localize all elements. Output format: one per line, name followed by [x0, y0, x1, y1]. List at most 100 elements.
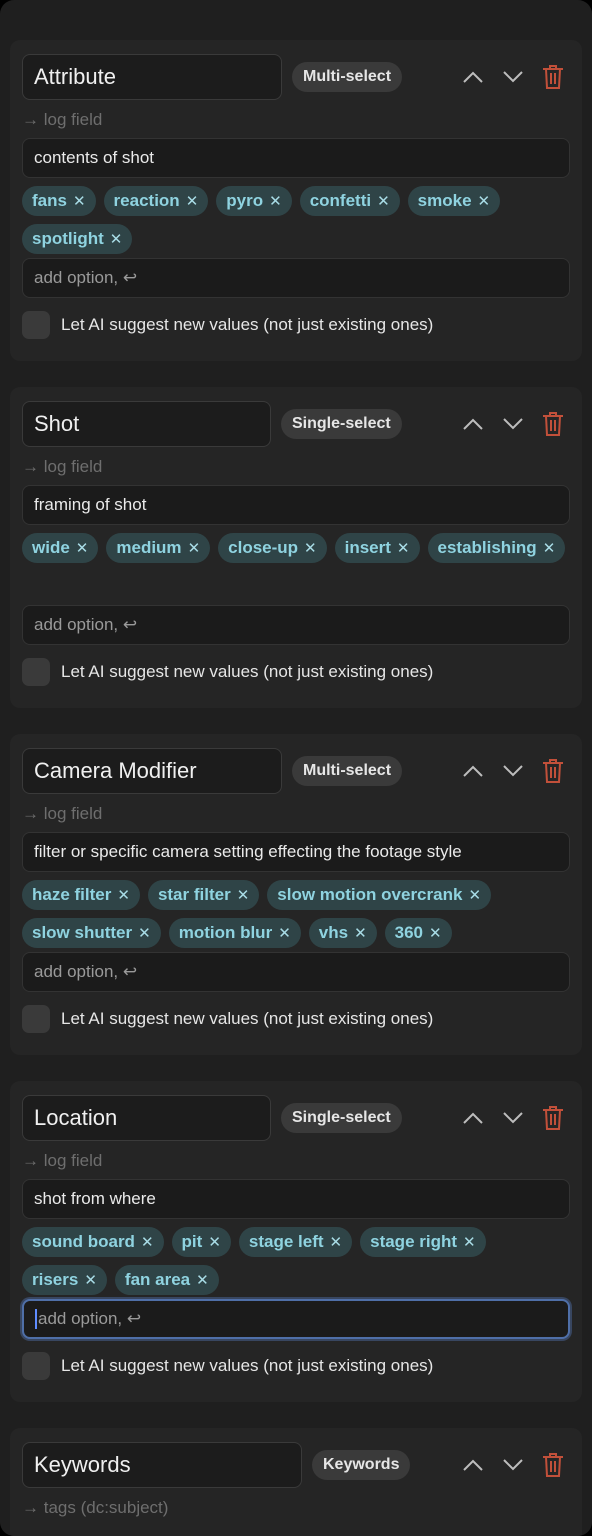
- option-tag: close-up ✕: [218, 533, 327, 563]
- field-name-input[interactable]: Shot: [22, 401, 271, 447]
- trash-icon[interactable]: [540, 1452, 566, 1478]
- option-tag: slow shutter ✕: [22, 918, 161, 948]
- ai-suggest-checkbox[interactable]: [22, 1352, 50, 1380]
- add-option-input[interactable]: add option, ↩: [22, 952, 570, 992]
- option-tag-label: fans: [32, 191, 67, 210]
- ai-suggest-checkbox[interactable]: [22, 658, 50, 686]
- ai-suggest-checkbox[interactable]: [22, 1005, 50, 1033]
- add-option-input[interactable]: add option, ↩: [22, 605, 570, 645]
- trash-icon[interactable]: [540, 1105, 566, 1131]
- field-description-input[interactable]: framing of shot: [22, 485, 570, 525]
- remove-tag-icon[interactable]: ✕: [429, 924, 442, 942]
- field-type-badge[interactable]: Single-select: [281, 409, 402, 439]
- remove-tag-icon[interactable]: ✕: [354, 924, 367, 942]
- option-tag: fan area ✕: [114, 1265, 219, 1295]
- remove-tag-icon[interactable]: ✕: [188, 539, 201, 557]
- move-down-icon[interactable]: [500, 64, 526, 90]
- field-card-attribute: Attribute Multi-select → log field conte…: [10, 40, 582, 361]
- add-option-input[interactable]: add option, ↩: [22, 258, 570, 298]
- option-tag-label: confetti: [309, 191, 372, 210]
- field-header: Keywords Keywords: [22, 1442, 570, 1488]
- remove-tag-icon[interactable]: ✕: [73, 192, 86, 210]
- remove-tag-icon[interactable]: ✕: [377, 192, 390, 210]
- remove-tag-icon[interactable]: ✕: [304, 539, 317, 557]
- field-header: Attribute Multi-select: [22, 54, 570, 100]
- ai-suggest-label: Let AI suggest new values (not just exis…: [61, 315, 434, 334]
- option-tag: wide ✕: [22, 533, 99, 563]
- ai-suggest-label: Let AI suggest new values (not just exis…: [61, 1356, 434, 1375]
- remove-tag-icon[interactable]: ✕: [330, 1233, 343, 1251]
- remove-tag-icon[interactable]: ✕: [110, 230, 123, 248]
- remove-tag-icon[interactable]: ✕: [117, 886, 130, 904]
- option-tag-label: reaction: [113, 191, 180, 210]
- remove-tag-icon[interactable]: ✕: [237, 886, 250, 904]
- field-controls: [460, 1452, 570, 1478]
- move-down-icon[interactable]: [500, 1105, 526, 1131]
- remove-tag-icon[interactable]: ✕: [478, 192, 491, 210]
- option-tag: stage right ✕: [360, 1227, 486, 1257]
- trash-icon[interactable]: [540, 64, 566, 90]
- option-tag: slow motion overcrank ✕: [267, 880, 492, 910]
- remove-tag-icon[interactable]: ✕: [141, 1233, 154, 1251]
- move-down-icon[interactable]: [500, 411, 526, 437]
- option-tag: reaction ✕: [103, 186, 209, 216]
- ai-suggest-row: Let AI suggest new values (not just exis…: [22, 1351, 570, 1381]
- option-tags: sound board ✕ pit ✕ stage left ✕ stage righ…: [22, 1227, 570, 1295]
- option-tag-label: establishing: [437, 538, 537, 557]
- option-tag-label: haze filter: [32, 885, 112, 904]
- remove-tag-icon[interactable]: ✕: [186, 192, 199, 210]
- log-field-label: → log field: [22, 1151, 103, 1170]
- remove-tag-icon[interactable]: ✕: [84, 1271, 97, 1289]
- field-type-badge[interactable]: Multi-select: [292, 62, 403, 92]
- remove-tag-icon[interactable]: ✕: [269, 192, 282, 210]
- field-description-input[interactable]: filter or specific camera setting effect…: [22, 832, 570, 872]
- field-list[interactable]: Attribute Multi-select → log field conte…: [0, 0, 592, 1536]
- field-header: Camera Modifier Multi-select: [22, 748, 570, 794]
- option-tag-label: medium: [116, 538, 182, 557]
- field-name-input[interactable]: Location: [22, 1095, 271, 1141]
- text-caret: [35, 1309, 37, 1329]
- log-field-label: → log field: [22, 457, 103, 476]
- ai-suggest-row: Let AI suggest new values (not just exis…: [22, 1004, 570, 1034]
- field-name-input[interactable]: Camera Modifier: [22, 748, 282, 794]
- option-tag: pit ✕: [171, 1227, 231, 1257]
- ai-suggest-checkbox[interactable]: [22, 311, 50, 339]
- move-up-icon[interactable]: [460, 64, 486, 90]
- field-type-badge[interactable]: Multi-select: [292, 756, 403, 786]
- remove-tag-icon[interactable]: ✕: [208, 1233, 221, 1251]
- remove-tag-icon[interactable]: ✕: [138, 924, 151, 942]
- trash-icon[interactable]: [540, 411, 566, 437]
- ai-suggest-label: Let AI suggest new values (not just exis…: [61, 662, 434, 681]
- field-description-input[interactable]: shot from where: [22, 1179, 570, 1219]
- ai-suggest-label: Let AI suggest new values (not just exis…: [61, 1009, 434, 1028]
- add-option-input-focused[interactable]: add option, ↩: [22, 1299, 570, 1339]
- remove-tag-icon[interactable]: ✕: [463, 1233, 476, 1251]
- remove-tag-icon[interactable]: ✕: [397, 539, 410, 557]
- field-description-input[interactable]: contents of shot: [22, 138, 570, 178]
- move-up-icon[interactable]: [460, 411, 486, 437]
- option-tag-label: slow shutter: [32, 923, 133, 942]
- field-card-shot: Shot Single-select → log field framing o…: [10, 387, 582, 708]
- remove-tag-icon[interactable]: ✕: [543, 539, 556, 557]
- option-tag: smoke ✕: [407, 186, 501, 216]
- field-controls: [460, 1105, 570, 1131]
- option-tag: spotlight ✕: [22, 224, 133, 254]
- remove-tag-icon[interactable]: ✕: [278, 924, 291, 942]
- move-up-icon[interactable]: [460, 1105, 486, 1131]
- option-tag: fans ✕: [22, 186, 96, 216]
- remove-tag-icon[interactable]: ✕: [196, 1271, 209, 1289]
- trash-icon[interactable]: [540, 758, 566, 784]
- remove-tag-icon[interactable]: ✕: [76, 539, 89, 557]
- move-up-icon[interactable]: [460, 1452, 486, 1478]
- move-down-icon[interactable]: [500, 1452, 526, 1478]
- field-type-badge[interactable]: Keywords: [312, 1450, 411, 1480]
- option-tag-label: spotlight: [32, 229, 104, 248]
- option-tags: wide ✕ medium ✕ close-up ✕ insert ✕ establis…: [22, 533, 570, 601]
- field-name-input[interactable]: Keywords: [22, 1442, 302, 1488]
- move-down-icon[interactable]: [500, 758, 526, 784]
- move-up-icon[interactable]: [460, 758, 486, 784]
- field-name-input[interactable]: Attribute: [22, 54, 282, 100]
- remove-tag-icon[interactable]: ✕: [468, 886, 481, 904]
- field-type-badge[interactable]: Single-select: [281, 1103, 402, 1133]
- option-tag: establishing ✕: [427, 533, 566, 563]
